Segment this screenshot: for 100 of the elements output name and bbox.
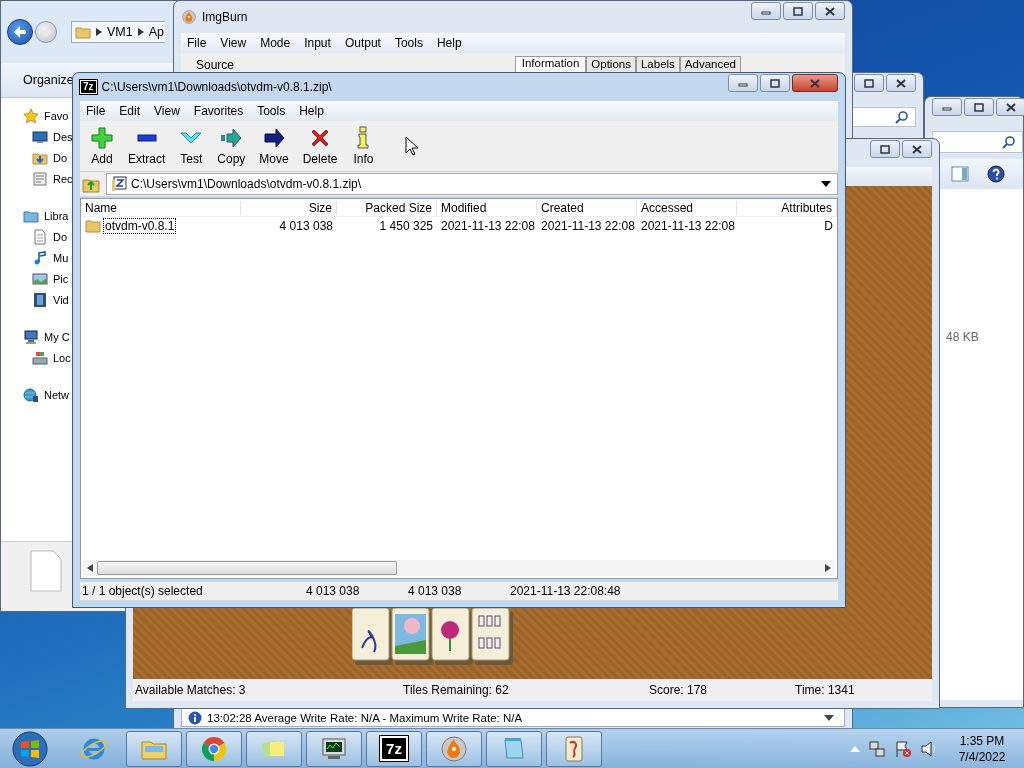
maximize-button[interactable] — [964, 98, 994, 116]
horizontal-scrollbar[interactable] — [83, 560, 835, 576]
chevron-icon — [137, 28, 144, 36]
close-button[interactable] — [792, 74, 838, 92]
speaker-icon[interactable] — [920, 739, 938, 758]
search-field[interactable] — [932, 131, 1023, 153]
column-header[interactable]: Created — [537, 200, 637, 215]
info-button[interactable]: Info — [345, 126, 382, 166]
menu-item[interactable]: Output — [344, 36, 381, 50]
nav-item[interactable]: My C — [21, 329, 70, 345]
preview-pane-icon[interactable] — [951, 166, 969, 182]
extract-button[interactable]: Extract — [122, 126, 172, 166]
close-button[interactable] — [815, 2, 845, 20]
nav-item[interactable]: Loc — [21, 350, 71, 366]
scroll-right-icon[interactable] — [825, 564, 831, 572]
column-header[interactable]: Accessed — [637, 200, 737, 215]
menu-item[interactable]: Favorites — [193, 104, 244, 118]
menu-item[interactable]: Tools — [394, 36, 423, 50]
menu-item[interactable]: View — [154, 104, 180, 118]
flag-icon[interactable] — [894, 739, 912, 758]
group-label: Source — [196, 58, 235, 72]
menu-item[interactable]: Help — [436, 36, 462, 50]
window-title: ImgBurn — [202, 10, 248, 24]
close-icon — [823, 5, 837, 17]
start-button[interactable] — [12, 730, 48, 767]
menu-item[interactable]: Edit — [119, 104, 141, 118]
nav-item[interactable]: Do — [21, 150, 68, 166]
column-header[interactable]: Attributes — [737, 200, 837, 215]
taskbar-button[interactable]: 7z — [366, 730, 422, 767]
help-icon[interactable] — [987, 165, 1005, 183]
menu-item[interactable]: Tools — [257, 104, 286, 118]
folder-icon — [85, 218, 101, 234]
nav-item[interactable]: Favo — [21, 108, 69, 124]
menu-item[interactable]: File — [187, 36, 207, 50]
film-icon — [32, 292, 48, 308]
mouse-cursor-icon — [405, 136, 420, 156]
maximize-button[interactable] — [854, 74, 884, 92]
minimize-button[interactable] — [932, 98, 962, 116]
folder-icon — [23, 208, 39, 224]
search-field[interactable] — [850, 107, 916, 127]
nav-item[interactable]: Pic — [21, 271, 69, 287]
test-button[interactable]: Test — [173, 126, 210, 166]
move-button[interactable]: Move — [253, 126, 295, 166]
document-icon — [32, 229, 48, 245]
menu-item[interactable]: Help — [299, 104, 324, 118]
toolbar-item[interactable]: Organize — [23, 73, 74, 87]
breadcrumb-item[interactable]: Ap — [148, 25, 164, 39]
minimize-button[interactable] — [751, 2, 781, 20]
maximize-button[interactable] — [870, 140, 900, 158]
close-button[interactable] — [886, 74, 916, 92]
close-button[interactable] — [996, 98, 1024, 116]
copy-button[interactable]: Copy — [211, 126, 252, 166]
column-header[interactable]: Modified — [437, 200, 537, 215]
nav-item[interactable]: Des — [21, 129, 73, 145]
breadcrumb-item[interactable]: VM1 — [107, 25, 133, 39]
nav-item[interactable]: Do — [21, 229, 68, 245]
chevron-icon — [96, 28, 102, 36]
status-text: Score: 178 — [648, 683, 709, 697]
menu-item[interactable]: File — [86, 104, 106, 118]
maximize-button[interactable] — [760, 74, 790, 92]
nav-item[interactable]: Mu — [21, 250, 69, 266]
nav-item[interactable]: Rec — [21, 171, 73, 187]
music-note-icon — [32, 250, 48, 266]
status-text: 13:02:28 Average Write Rate: N/A - Maximum Write Rate: N/A — [207, 711, 524, 724]
maximize-button[interactable] — [783, 2, 813, 20]
add-button[interactable]: Add — [84, 126, 120, 166]
network-icon[interactable] — [868, 739, 886, 758]
column-header[interactable]: Size — [241, 200, 337, 215]
status-text: 4 013 038 — [305, 584, 361, 598]
file-name[interactable]: otvdm-v0.8.1 — [103, 218, 177, 234]
forward-arrow-icon — [40, 26, 52, 38]
table-cell: 2021-11-13 22:08 — [441, 219, 535, 233]
search-icon — [1002, 135, 1016, 149]
search-icon — [895, 110, 909, 124]
path-field[interactable]: C:\Users\vm1\Downloads\otvdm-v0.8.1.zip\ — [106, 173, 838, 195]
maximize-icon — [878, 143, 892, 155]
menu-item[interactable]: Mode — [260, 36, 291, 50]
taskbar-button[interactable] — [306, 730, 362, 767]
minimize-button[interactable] — [728, 74, 758, 92]
delete-button[interactable]: Delete — [296, 126, 344, 166]
maximize-icon — [862, 77, 876, 89]
document-icon — [32, 171, 48, 187]
nav-item[interactable]: Libra — [21, 208, 69, 224]
menu-item[interactable]: Input — [304, 36, 331, 50]
nav-item[interactable]: Netw — [21, 387, 70, 403]
info-icon — [188, 710, 202, 725]
tab[interactable]: Information — [514, 56, 587, 72]
clock[interactable]: 1:35 PM 7/4/2022 — [946, 732, 1018, 765]
scroll-left-icon[interactable] — [87, 564, 93, 572]
close-button[interactable] — [902, 140, 932, 158]
table-cell: D — [824, 219, 833, 233]
dropdown-icon[interactable] — [824, 714, 834, 721]
menu-item[interactable]: View — [220, 36, 247, 50]
address-bar[interactable]: VM1 Ap — [71, 21, 165, 43]
column-header[interactable]: Packed Size — [337, 200, 437, 215]
star-icon — [23, 108, 39, 124]
status-text: Tiles Remaining: 62 — [402, 683, 510, 697]
nav-item[interactable]: Vid — [21, 292, 69, 308]
back-button[interactable] — [7, 19, 33, 45]
column-header[interactable]: Name — [81, 200, 241, 215]
